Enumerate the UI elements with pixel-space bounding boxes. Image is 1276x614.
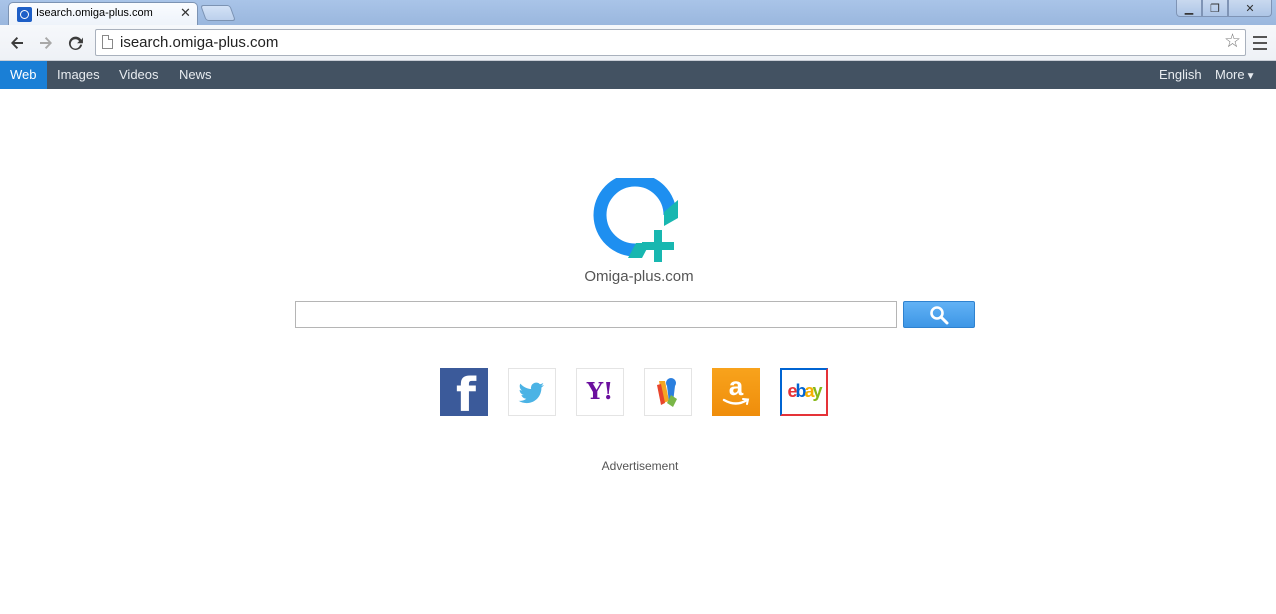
nav-images[interactable]: Images: [47, 61, 110, 89]
twitter-icon: [518, 382, 544, 404]
tab-title: Isearch.omiga-plus.com: [36, 7, 153, 19]
close-window-button[interactable]: ✕: [1228, 0, 1272, 17]
restore-button[interactable]: ❐: [1202, 0, 1228, 17]
more-menu[interactable]: More▼: [1205, 61, 1266, 89]
nav-web[interactable]: Web: [0, 61, 47, 89]
logo-text: Omiga-plus.com: [584, 268, 694, 285]
amazon-smile-icon: [722, 398, 750, 405]
minimize-button[interactable]: ▁: [1176, 0, 1202, 17]
ebay-icon: ebay: [782, 378, 826, 404]
caret-down-icon: ▼: [1245, 71, 1256, 82]
amazon-icon: a: [728, 371, 744, 401]
reload-button[interactable]: [63, 31, 87, 55]
page-icon: [102, 35, 113, 49]
nav-videos[interactable]: Videos: [109, 61, 169, 89]
facebook-shortcut[interactable]: f: [440, 368, 488, 416]
maps-pin-icon: [657, 378, 677, 407]
nav-news[interactable]: News: [169, 61, 222, 89]
window-controls: ▁ ❐ ✕: [1176, 0, 1272, 18]
browser-tab[interactable]: Isearch.omiga-plus.com ✕: [8, 2, 198, 25]
yahoo-icon: Y!: [586, 378, 614, 405]
ebay-letter-y: y: [812, 381, 823, 401]
back-arrow-icon: [11, 37, 23, 49]
back-button[interactable]: [5, 31, 29, 55]
maps-shortcut[interactable]: [644, 368, 692, 416]
amazon-shortcut[interactable]: a: [712, 368, 760, 416]
facebook-icon: f: [456, 368, 477, 416]
browser-title-bar: Isearch.omiga-plus.com ✕ ▁ ❐ ✕: [0, 0, 1276, 25]
omiga-plus-logo: [593, 178, 678, 262]
tab-close-icon[interactable]: ✕: [180, 5, 191, 21]
search-icon: [930, 305, 949, 324]
ebay-letter-a: a: [804, 381, 814, 401]
browser-toolbar: isearch.omiga-plus.com ☆: [0, 25, 1276, 61]
search-input[interactable]: [295, 301, 897, 328]
new-tab-button[interactable]: [200, 5, 236, 21]
advertisement-label: Advertisement: [601, 459, 679, 473]
ebay-shortcut[interactable]: ebay: [780, 368, 828, 416]
language-selector[interactable]: English: [1149, 61, 1212, 89]
more-label: More: [1215, 67, 1245, 82]
site-favicon-icon: [17, 7, 32, 22]
forward-arrow-icon: [40, 37, 52, 49]
search-button[interactable]: [903, 301, 975, 328]
bookmark-star-icon[interactable]: ☆: [1224, 31, 1241, 53]
url-text[interactable]: isearch.omiga-plus.com: [120, 34, 278, 51]
browser-menu-icon[interactable]: [1252, 34, 1268, 52]
yahoo-shortcut[interactable]: Y!: [576, 368, 624, 416]
twitter-shortcut[interactable]: [508, 368, 556, 416]
reload-icon: [68, 36, 83, 50]
address-bar[interactable]: isearch.omiga-plus.com ☆: [95, 29, 1246, 56]
forward-button[interactable]: [34, 31, 58, 55]
site-nav-bar: Web Images Videos News English More▼: [0, 61, 1276, 89]
